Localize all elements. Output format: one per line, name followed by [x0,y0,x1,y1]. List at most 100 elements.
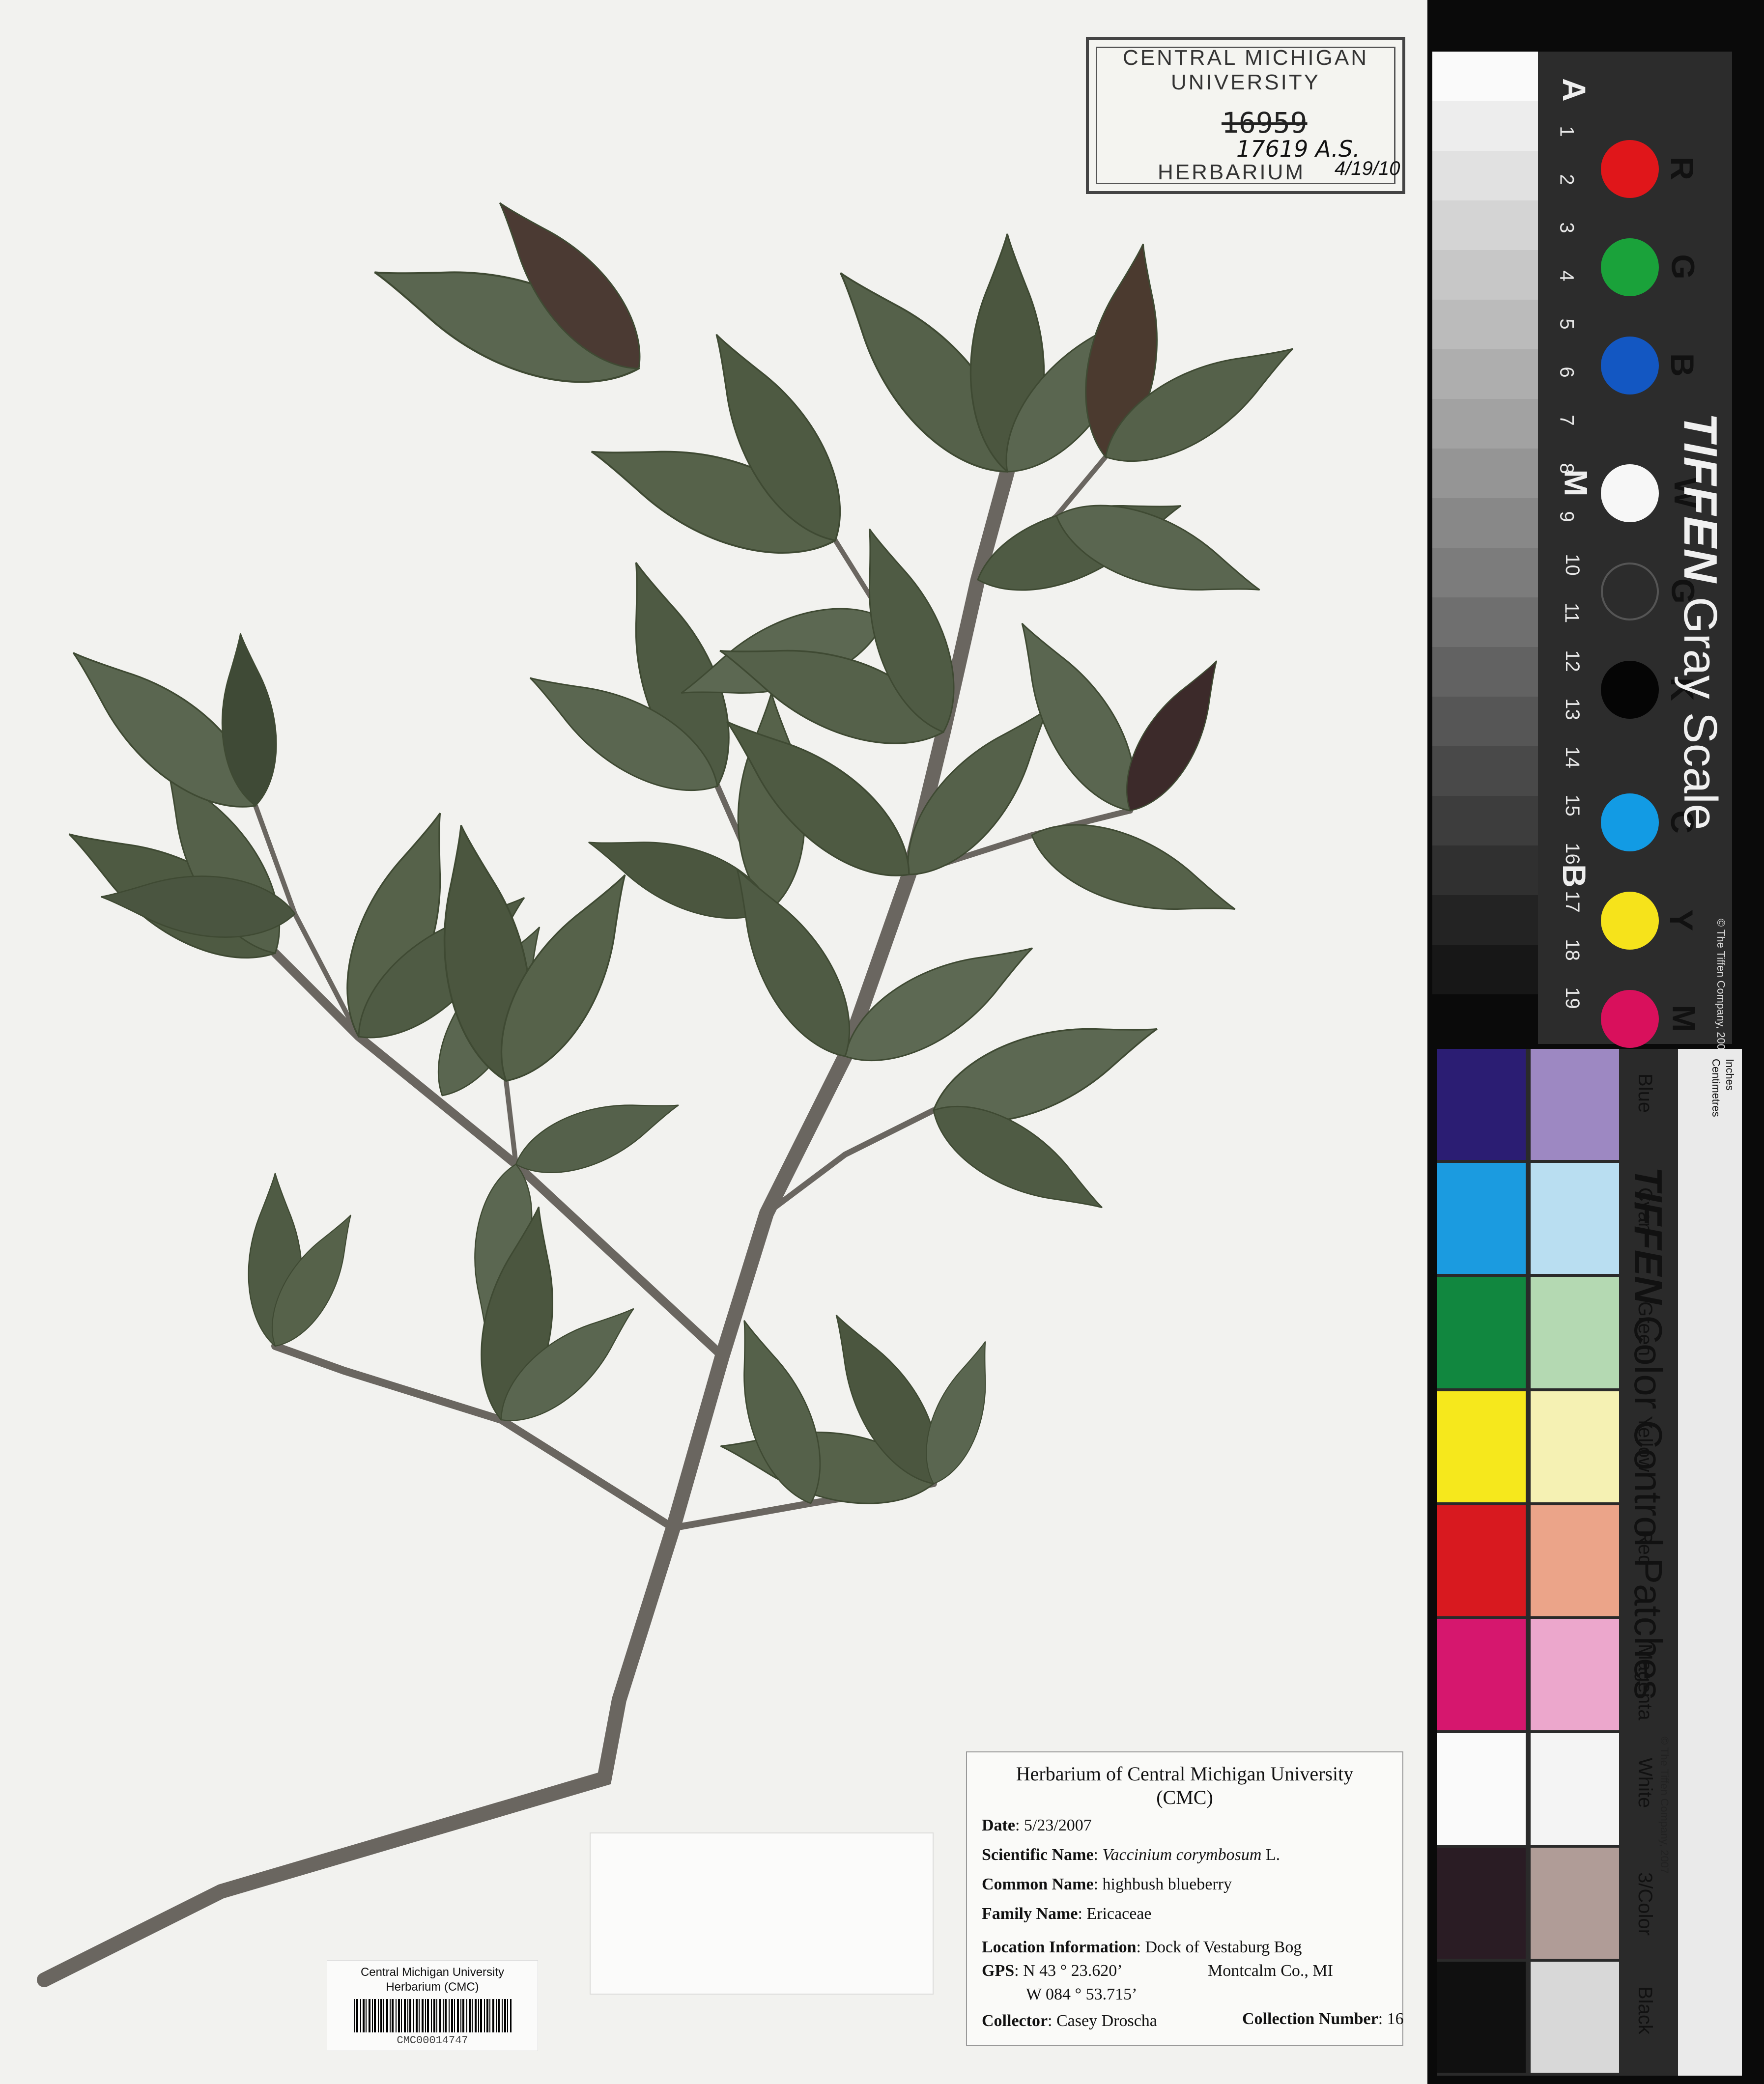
barcode-line2: Herbarium (CMC) [386,1980,479,1994]
color-patch-right [1531,1163,1619,1274]
gray-step [1432,399,1538,449]
label-family-name: : Ericaceae [1078,1905,1152,1923]
gray-step [1432,597,1538,648]
barcode-bar [374,1999,376,2032]
barcode-bar [404,1999,406,2032]
stamp-herbarium: HERBARIUM [1158,160,1306,184]
barcode-bar [502,1999,503,2032]
gray-step [1432,300,1538,350]
barcode-bar [457,1999,459,2032]
gray-card-brand-name: TIFFEN [1674,413,1727,584]
barcode-bar [504,1999,506,2032]
gray-step [1432,945,1538,995]
barcode-bar [413,1999,414,2032]
color-card-ruler: Inches Centimetres [1678,1049,1742,2076]
label-sci-row: Scientific Name: Vaccinium corymbosum L. [982,1846,1280,1864]
gray-dot-letter: B [1664,353,1701,377]
gray-step [1432,895,1538,945]
barcode-bar [484,1999,485,2032]
ruler-inches-label: Inches [1724,1059,1736,1091]
barcode-bar [462,1999,464,2032]
color-patch-left [1437,1733,1526,1845]
barcode-bar [419,1999,420,2032]
barcode-bar [390,1999,391,2032]
gray-card-dot [1601,793,1659,851]
gray-card-dot [1601,661,1659,719]
color-patch-left [1437,1163,1526,1274]
label-header1: Herbarium of Central Michigan University [1016,1763,1354,1785]
barcode-bar [383,1999,384,2032]
barcode-bar [469,1999,471,2032]
barcode-bar [398,1999,400,2032]
gray-index-number: 12 [1561,650,1583,672]
barcode-bar [489,1999,490,2032]
barcode-bar [396,1999,397,2032]
barcode-number: CMC00014747 [397,2034,468,2047]
label-collnum-row: Collection Number: 16 [1242,2010,1404,2028]
barcode-bar [449,1999,450,2032]
gray-card-dot [1601,892,1659,950]
barcode-bar [445,1999,447,2032]
gray-index-number: 5 [1556,318,1578,330]
barcode-bar [492,1999,494,2032]
barcode-bar [354,1999,355,2032]
gray-dot-letter: M [1666,1005,1703,1032]
color-patch-right [1531,1847,1619,1959]
label-collector-label: Collector [982,2012,1048,2030]
barcode-bar [472,1999,473,2032]
label-sci-label: Scientific Name [982,1846,1094,1864]
gray-step [1432,200,1538,251]
stamp-date: 4/19/10 [1335,158,1400,179]
color-patch-right [1531,1733,1619,1845]
label-date-label: Date [982,1816,1015,1834]
gray-card-brand: TIFFEN Gray Scale [1673,413,1727,830]
barcode-bar [486,1999,488,2032]
barcode-bar [378,1999,379,2032]
label-gps-n: : N 43 ° 23.620’ [1014,1962,1123,1980]
color-patch-name: 3/Color [1634,1872,1656,1936]
barcode-bar [480,1999,482,2032]
barcode-bar [409,1999,411,2032]
color-patch-right [1531,1505,1619,1617]
barcode-bar [401,1999,402,2032]
gray-step [1432,647,1538,697]
gray-step [1432,101,1538,151]
color-patch-left [1437,1619,1526,1731]
barcode-bar [436,1999,437,2032]
barcode-bar [422,1999,424,2032]
gray-card-dot [1601,140,1659,198]
gray-step [1432,548,1538,598]
color-patch-left [1437,1391,1526,1502]
gray-card-dot [1601,563,1659,620]
gray-step [1432,498,1538,548]
gray-index-number: 19 [1561,987,1583,1009]
paper-strip [590,1832,934,1995]
barcode-bar [443,1999,444,2032]
gray-step [1432,449,1538,499]
color-patch-left [1437,1049,1526,1160]
barcode-bar [372,1999,373,2032]
color-patch-name: Black [1634,1986,1656,2034]
label-county: Montcalm Co., MI [1208,1962,1333,1980]
gray-step [1432,697,1538,747]
barcode-bar [460,1999,461,2032]
herbarium-sheet: CENTRAL MICHIGAN UNIVERSITY 16959 17619 … [0,0,1427,2084]
label-family-row: Family Name: Ericaceae [982,1905,1151,1923]
label-common-row: Common Name: highbush blueberry [982,1875,1232,1894]
color-card-title: Color Control Patches [1626,1304,1670,1700]
barcode-bar [433,1999,435,2032]
barcode-line1: Central Michigan University [360,1966,505,1979]
gray-card-dot [1601,990,1659,1048]
specimen-label: Herbarium of Central Michigan University… [966,1751,1404,2046]
stamp-old-number: 16959 [1222,106,1308,140]
barcode-bar [356,1999,358,2032]
gray-dot-letter: G [1665,254,1702,280]
gray-step [1432,151,1538,201]
gray-index-number: 7 [1556,415,1578,426]
label-common-name: : highbush blueberry [1093,1875,1232,1893]
gray-index-number: 18 [1561,939,1583,961]
color-card-brand: TIFFEN Color Control Patches [1625,1167,1671,1700]
label-collnum: : 16 [1378,2010,1404,2028]
color-patch-right [1531,1391,1619,1502]
gray-patch-letter: M [1558,469,1594,497]
